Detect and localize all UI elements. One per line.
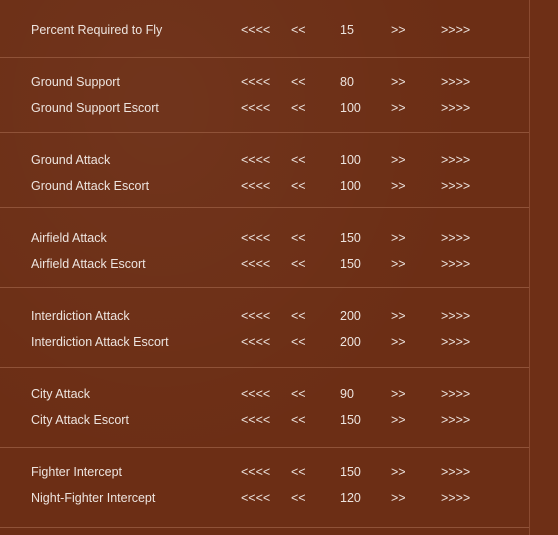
decrease-large-button[interactable]: <<<< (241, 20, 270, 40)
increase-large-button[interactable]: >>>> (441, 332, 470, 352)
decrease-button[interactable]: << (291, 254, 306, 274)
setting-row-percent-required-to-fly: Percent Required to Fly <<<< << 15 >> >>… (0, 20, 529, 40)
decrease-button[interactable]: << (291, 228, 306, 248)
decrease-large-button[interactable]: <<<< (241, 488, 270, 508)
setting-row-ground-support-escort: Ground Support Escort <<<< << 100 >> >>>… (0, 98, 529, 118)
increase-button[interactable]: >> (391, 176, 406, 196)
decrease-button[interactable]: << (291, 332, 306, 352)
setting-row-airfield-attack-escort: Airfield Attack Escort <<<< << 150 >> >>… (0, 254, 529, 274)
increase-button[interactable]: >> (391, 228, 406, 248)
increase-large-button[interactable]: >>>> (441, 20, 470, 40)
decrease-button[interactable]: << (291, 384, 306, 404)
increase-button[interactable]: >> (391, 254, 406, 274)
increase-button[interactable]: >> (391, 98, 406, 118)
setting-row-interdiction-attack: Interdiction Attack <<<< << 200 >> >>>> (0, 306, 529, 326)
decrease-large-button[interactable]: <<<< (241, 410, 270, 430)
setting-label: Ground Support Escort (31, 101, 159, 115)
decrease-button[interactable]: << (291, 488, 306, 508)
decrease-large-button[interactable]: <<<< (241, 150, 270, 170)
setting-value: 150 (340, 413, 361, 427)
decrease-button[interactable]: << (291, 176, 306, 196)
setting-label: Ground Support (31, 75, 120, 89)
decrease-large-button[interactable]: <<<< (241, 462, 270, 482)
increase-large-button[interactable]: >>>> (441, 462, 470, 482)
setting-row-city-attack: City Attack <<<< << 90 >> >>>> (0, 384, 529, 404)
setting-label: Interdiction Attack (31, 309, 130, 323)
section-divider (0, 207, 529, 208)
setting-label: Ground Attack (31, 153, 111, 167)
section-divider (0, 367, 529, 368)
setting-row-fighter-intercept: Fighter Intercept <<<< << 150 >> >>>> (0, 462, 529, 482)
setting-value: 15 (340, 23, 354, 37)
increase-large-button[interactable]: >>>> (441, 176, 470, 196)
setting-label: Fighter Intercept (31, 465, 123, 479)
increase-button[interactable]: >> (391, 462, 406, 482)
setting-row-night-fighter-intercept: Night-Fighter Intercept <<<< << 120 >> >… (0, 488, 529, 508)
decrease-large-button[interactable]: <<<< (241, 72, 270, 92)
increase-large-button[interactable]: >>>> (441, 410, 470, 430)
setting-value: 150 (340, 257, 361, 271)
decrease-button[interactable]: << (291, 150, 306, 170)
setting-label: Airfield Attack (31, 231, 107, 245)
scroll-area (529, 0, 558, 535)
increase-large-button[interactable]: >>>> (441, 72, 470, 92)
section-divider (0, 132, 529, 133)
setting-label: Interdiction Attack Escort (31, 335, 169, 349)
increase-button[interactable]: >> (391, 332, 406, 352)
setting-row-interdiction-attack-escort: Interdiction Attack Escort <<<< << 200 >… (0, 332, 529, 352)
increase-button[interactable]: >> (391, 72, 406, 92)
decrease-large-button[interactable]: <<<< (241, 254, 270, 274)
decrease-button[interactable]: << (291, 20, 306, 40)
decrease-large-button[interactable]: <<<< (241, 384, 270, 404)
setting-value: 100 (340, 179, 361, 193)
setting-label: Airfield Attack Escort (31, 257, 146, 271)
setting-label: Ground Attack Escort (31, 179, 150, 193)
setting-row-airfield-attack: Airfield Attack <<<< << 150 >> >>>> (0, 228, 529, 248)
setting-row-ground-attack-escort: Ground Attack Escort <<<< << 100 >> >>>> (0, 176, 529, 196)
increase-button[interactable]: >> (391, 20, 406, 40)
increase-large-button[interactable]: >>>> (441, 150, 470, 170)
decrease-button[interactable]: << (291, 72, 306, 92)
section-divider (0, 447, 529, 448)
increase-large-button[interactable]: >>>> (441, 306, 470, 326)
decrease-large-button[interactable]: <<<< (241, 98, 270, 118)
increase-large-button[interactable]: >>>> (441, 228, 470, 248)
increase-large-button[interactable]: >>>> (441, 254, 470, 274)
setting-value: 100 (340, 101, 361, 115)
section-divider (0, 57, 529, 58)
setting-value: 100 (340, 153, 361, 167)
decrease-button[interactable]: << (291, 98, 306, 118)
setting-value: 80 (340, 75, 354, 89)
decrease-large-button[interactable]: <<<< (241, 176, 270, 196)
increase-large-button[interactable]: >>>> (441, 98, 470, 118)
increase-button[interactable]: >> (391, 150, 406, 170)
decrease-button[interactable]: << (291, 410, 306, 430)
setting-row-ground-support: Ground Support <<<< << 80 >> >>>> (0, 72, 529, 92)
decrease-button[interactable]: << (291, 462, 306, 482)
setting-value: 120 (340, 491, 361, 505)
setting-row-city-attack-escort: City Attack Escort <<<< << 150 >> >>>> (0, 410, 529, 430)
setting-label: Night-Fighter Intercept (31, 491, 156, 505)
decrease-button[interactable]: << (291, 306, 306, 326)
setting-label: Percent Required to Fly (31, 23, 163, 37)
increase-large-button[interactable]: >>>> (441, 488, 470, 508)
setting-value: 150 (340, 231, 361, 245)
increase-button[interactable]: >> (391, 488, 406, 508)
increase-large-button[interactable]: >>>> (441, 384, 470, 404)
setting-value: 90 (340, 387, 354, 401)
decrease-large-button[interactable]: <<<< (241, 332, 270, 352)
setting-label: City Attack Escort (31, 413, 129, 427)
section-divider (0, 287, 529, 288)
increase-button[interactable]: >> (391, 410, 406, 430)
section-divider (0, 527, 529, 528)
setting-row-ground-attack: Ground Attack <<<< << 100 >> >>>> (0, 150, 529, 170)
setting-label: City Attack (31, 387, 91, 401)
setting-value: 150 (340, 465, 361, 479)
decrease-large-button[interactable]: <<<< (241, 228, 270, 248)
setting-value: 200 (340, 309, 361, 323)
increase-button[interactable]: >> (391, 306, 406, 326)
increase-button[interactable]: >> (391, 384, 406, 404)
setting-value: 200 (340, 335, 361, 349)
decrease-large-button[interactable]: <<<< (241, 306, 270, 326)
